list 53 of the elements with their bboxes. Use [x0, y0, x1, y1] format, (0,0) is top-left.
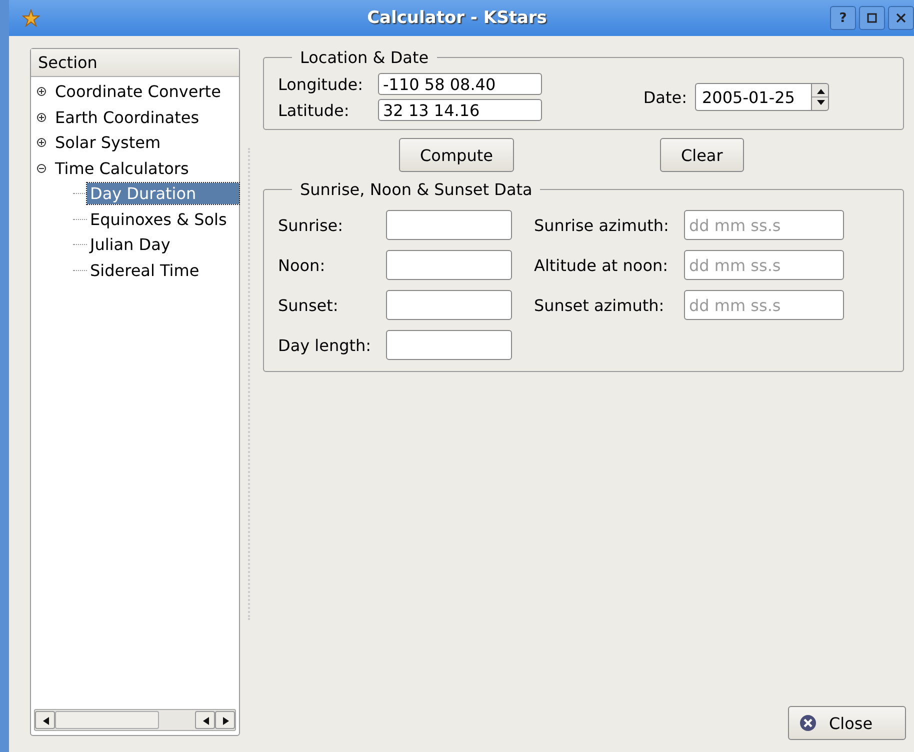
close-icon — [896, 13, 906, 23]
star-icon — [22, 9, 40, 27]
maximize-icon — [867, 13, 877, 23]
scroll-left-icon[interactable] — [35, 711, 55, 729]
expand-icon[interactable] — [37, 87, 46, 96]
tree-item[interactable]: Coordinate Converte — [52, 81, 224, 102]
scroll-left-icon[interactable] — [195, 711, 215, 729]
field-label: Day length: — [278, 336, 372, 354]
field-label: Sunrise azimuth: — [534, 216, 670, 234]
help-button[interactable]: ? — [830, 6, 856, 30]
result-field[interactable] — [386, 330, 512, 360]
field-label: Sunset: — [278, 296, 340, 314]
expand-icon[interactable] — [37, 138, 46, 148]
splitter-handle[interactable] — [248, 148, 253, 620]
group-title: Sunrise, Noon & Sunset Data — [299, 180, 534, 199]
result-field[interactable]: dd mm ss.s — [684, 290, 844, 320]
field-label: Latitude: — [278, 100, 350, 120]
result-field[interactable]: dd mm ss.s — [684, 250, 844, 280]
expand-icon[interactable] — [37, 112, 46, 122]
close-button[interactable] — [888, 6, 914, 30]
result-field[interactable] — [386, 250, 512, 280]
latitude-field[interactable]: 32 13 14.16 — [378, 99, 542, 121]
field-label: Longitude: — [278, 74, 364, 94]
result-field[interactable] — [386, 290, 512, 320]
longitude-field[interactable]: -110 58 08.40 — [378, 73, 542, 95]
horizontal-scrollbar[interactable] — [34, 709, 236, 731]
tree-item[interactable]: Equinoxes & Sols — [87, 208, 239, 230]
result-field[interactable] — [386, 210, 512, 240]
clear-button[interactable]: Clear — [660, 138, 744, 172]
column-header[interactable]: Section — [31, 49, 239, 77]
tree-item[interactable]: Earth Coordinates — [52, 106, 202, 128]
result-field[interactable]: dd mm ss.s — [684, 210, 844, 240]
field-label: Sunset azimuth: — [534, 296, 666, 314]
field-label: Altitude at noon: — [534, 256, 670, 274]
field-label: Noon: — [278, 256, 326, 274]
close-icon — [799, 714, 817, 732]
maximize-button[interactable] — [859, 6, 885, 30]
group-title: Location & Date — [299, 48, 430, 67]
date-field[interactable]: 2005-01-25 — [695, 83, 811, 111]
scroll-right-icon[interactable] — [215, 711, 235, 729]
tree-item[interactable]: Day Duration — [87, 183, 239, 204]
close-button[interactable]: Close — [788, 706, 906, 740]
spin-arrows-icon[interactable] — [811, 83, 829, 111]
field-label: Date: — [643, 88, 687, 106]
tree-item[interactable]: Time Calculators — [52, 158, 192, 179]
compute-button[interactable]: Compute — [399, 138, 514, 172]
window-title: Calculator - KStars — [367, 8, 547, 28]
field-label: Sunrise: — [278, 216, 344, 234]
scroll-thumb[interactable] — [55, 711, 159, 729]
tree-item[interactable]: Sidereal Time — [87, 260, 239, 281]
tree-item[interactable]: Solar System — [52, 132, 164, 154]
tree-item[interactable]: Julian Day — [87, 234, 239, 256]
collapse-icon[interactable] — [37, 164, 46, 173]
